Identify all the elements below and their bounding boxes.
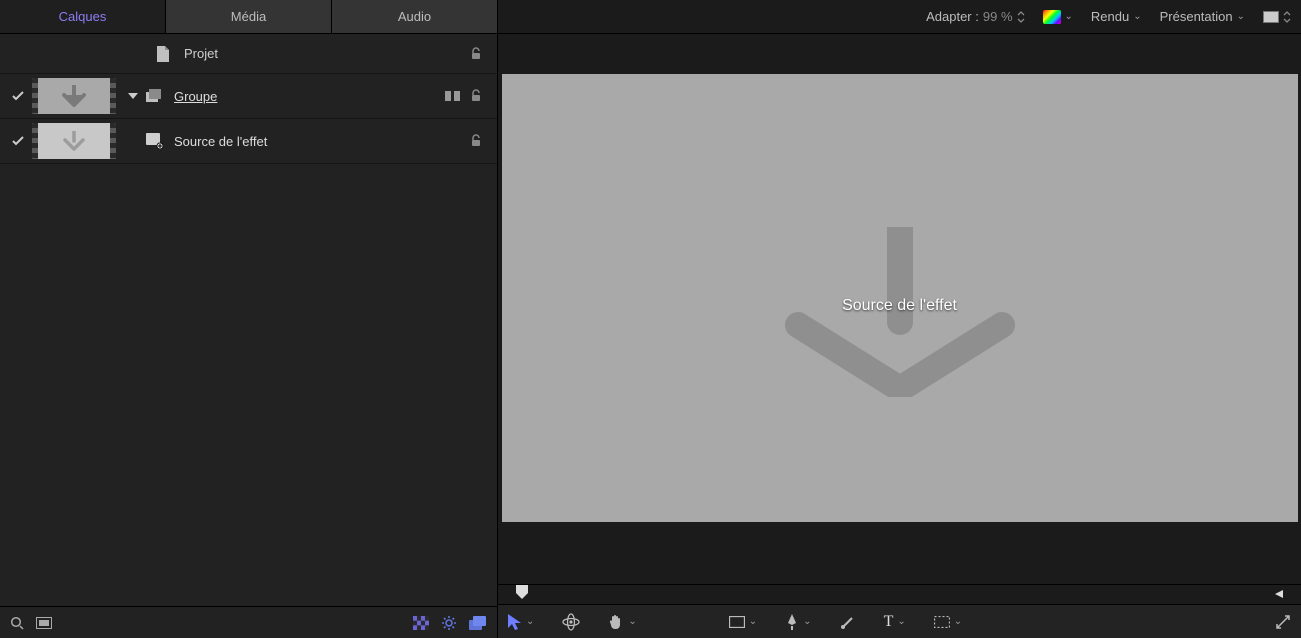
layer-row-source[interactable]: Source de l'effet bbox=[0, 119, 497, 164]
pen-tool[interactable]: ⌄ bbox=[785, 614, 811, 630]
layout-icon bbox=[1263, 11, 1279, 23]
project-label: Projet bbox=[184, 46, 218, 61]
stepper-icon bbox=[1017, 11, 1025, 23]
chevron-down-icon: ⌄ bbox=[1065, 11, 1073, 22]
select-tool[interactable]: ⌄ bbox=[508, 614, 534, 630]
pass-through-icon[interactable] bbox=[445, 89, 461, 103]
canvas-toolbar: ⌄ ⌄ ⌄ ⌄ T ⌄ bbox=[498, 604, 1301, 638]
frame-icon[interactable] bbox=[36, 617, 52, 629]
mini-timeline[interactable] bbox=[498, 584, 1301, 604]
text-icon: T bbox=[884, 613, 894, 631]
rectangle-icon bbox=[729, 616, 745, 628]
chevron-down-icon: ⌄ bbox=[1133, 11, 1141, 22]
chevron-down-icon: ⌄ bbox=[954, 616, 962, 627]
disclosure-triangle[interactable] bbox=[128, 91, 140, 101]
fit-value: 99 % bbox=[983, 9, 1013, 24]
visibility-checkbox[interactable] bbox=[8, 134, 28, 148]
layer-row-group[interactable]: Groupe bbox=[0, 74, 497, 119]
stepper-icon bbox=[1283, 11, 1291, 23]
presentation-menu[interactable]: Présentation ⌄ bbox=[1160, 9, 1245, 24]
layers-panel: Calques Média Audio Projet bbox=[0, 0, 498, 638]
tab-audio[interactable]: Audio bbox=[332, 0, 497, 33]
layers-list: Projet bbox=[0, 34, 497, 606]
lock-icon[interactable] bbox=[469, 47, 483, 61]
project-icon bbox=[156, 46, 174, 62]
visibility-checkbox[interactable] bbox=[8, 89, 28, 103]
render-menu[interactable]: Rendu ⌄ bbox=[1091, 9, 1142, 24]
brush-icon bbox=[840, 614, 856, 630]
chevron-down-icon: ⌄ bbox=[628, 616, 636, 627]
pointer-icon bbox=[508, 614, 522, 630]
render-label: Rendu bbox=[1091, 9, 1129, 24]
right-panel: Adapter : 99 % ⌄ Rendu ⌄ Présentation ⌄ bbox=[498, 0, 1301, 638]
layers-footer bbox=[0, 606, 497, 638]
mask-tool[interactable]: ⌄ bbox=[934, 616, 962, 628]
hand-icon bbox=[608, 614, 624, 630]
playhead-icon[interactable] bbox=[516, 585, 528, 601]
pen-icon bbox=[785, 614, 799, 630]
presentation-label: Présentation bbox=[1160, 9, 1233, 24]
text-tool[interactable]: T ⌄ bbox=[884, 613, 906, 631]
pan-tool[interactable]: ⌄ bbox=[608, 614, 636, 630]
canvas-area: Source de l'effet bbox=[498, 34, 1301, 584]
canvas-topbar: Adapter : 99 % ⌄ Rendu ⌄ Présentation ⌄ bbox=[498, 0, 1301, 34]
alpha-icon[interactable] bbox=[413, 616, 429, 630]
chevron-down-icon: ⌄ bbox=[749, 616, 757, 627]
stack-icon[interactable] bbox=[469, 616, 487, 630]
layout-menu[interactable] bbox=[1263, 11, 1291, 23]
brush-tool[interactable] bbox=[840, 614, 856, 630]
fit-label: Adapter : bbox=[926, 9, 979, 24]
chevron-down-icon: ⌄ bbox=[897, 616, 905, 627]
shape-tool[interactable]: ⌄ bbox=[729, 616, 757, 628]
chevron-down-icon: ⌄ bbox=[803, 616, 811, 627]
tab-layers[interactable]: Calques bbox=[0, 0, 166, 33]
effect-source-icon bbox=[146, 133, 164, 149]
3d-transform-tool[interactable] bbox=[562, 613, 580, 631]
source-thumbnail bbox=[32, 123, 116, 159]
rainbow-icon bbox=[1043, 10, 1061, 24]
chevron-down-icon: ⌄ bbox=[526, 616, 534, 627]
mask-icon bbox=[934, 616, 950, 628]
orbit-icon bbox=[562, 613, 580, 631]
expand-icon[interactable] bbox=[1275, 614, 1291, 630]
panel-tabs: Calques Média Audio bbox=[0, 0, 497, 34]
chevron-down-icon: ⌄ bbox=[1237, 11, 1245, 22]
canvas-placeholder-text: Source de l'effet bbox=[842, 297, 957, 315]
tab-media[interactable]: Média bbox=[166, 0, 332, 33]
group-label: Groupe bbox=[174, 89, 217, 104]
search-icon[interactable] bbox=[10, 616, 24, 630]
gear-icon[interactable] bbox=[441, 615, 457, 631]
lock-icon[interactable] bbox=[469, 134, 483, 148]
out-marker-icon[interactable] bbox=[1273, 587, 1283, 601]
lock-icon[interactable] bbox=[469, 89, 483, 103]
source-label: Source de l'effet bbox=[174, 134, 267, 149]
fit-control[interactable]: Adapter : 99 % bbox=[926, 9, 1024, 24]
canvas[interactable]: Source de l'effet bbox=[502, 74, 1298, 522]
color-channels-menu[interactable]: ⌄ bbox=[1043, 10, 1073, 24]
group-icon bbox=[146, 89, 164, 103]
group-thumbnail bbox=[32, 78, 116, 114]
layer-row-project[interactable]: Projet bbox=[0, 34, 497, 74]
